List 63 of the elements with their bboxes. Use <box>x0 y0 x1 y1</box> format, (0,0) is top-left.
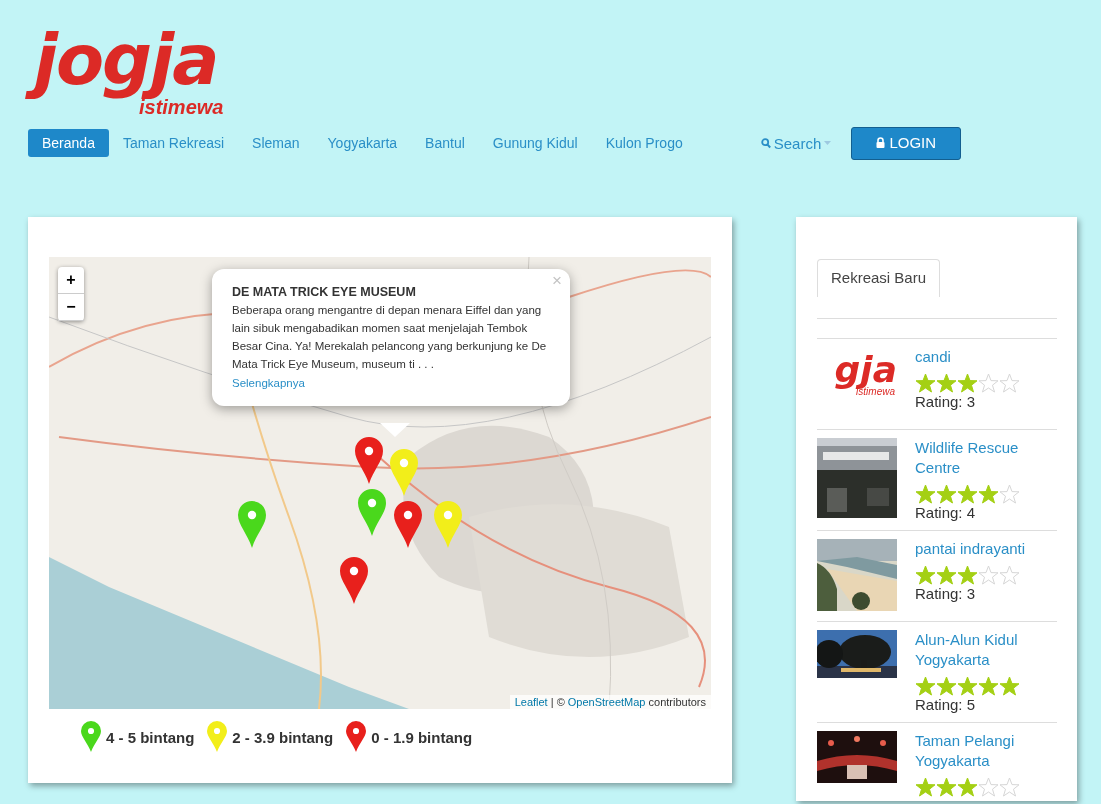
read-more-link[interactable]: Selengkapnya <box>232 377 305 389</box>
star-icon <box>915 484 936 504</box>
star-icon <box>936 373 957 393</box>
rating-text: Rating: 3 <box>915 585 977 602</box>
map-marker[interactable] <box>433 501 463 549</box>
star-icon <box>915 565 936 585</box>
star-icon <box>978 676 999 696</box>
rating-text: Rating: 5 <box>915 696 977 713</box>
star-icon <box>957 565 978 585</box>
place-link[interactable]: Taman Pelangi Yogyakarta <box>915 731 1057 771</box>
nav-link[interactable]: Taman Rekreasi <box>108 129 239 157</box>
star-icon <box>915 676 936 696</box>
place-link[interactable]: pantai indrayanti <box>915 539 1026 559</box>
map-marker[interactable] <box>393 501 423 549</box>
star-icon <box>999 676 1020 696</box>
star-icon <box>957 484 978 504</box>
search-link[interactable]: Search <box>760 134 832 152</box>
star-icon <box>936 565 957 585</box>
zoom-out-button[interactable]: − <box>58 294 84 321</box>
login-button[interactable]: LOGIN <box>851 126 962 160</box>
popup-title: DE MATA TRICK EYE MUSEUM <box>232 285 417 299</box>
map-marker[interactable] <box>339 557 369 605</box>
nav-link[interactable]: Yogyakarta <box>313 129 412 157</box>
rating-text: Rating: 3 <box>915 393 977 410</box>
map-marker[interactable] <box>389 449 419 497</box>
marker-icon <box>206 721 229 753</box>
nav-link[interactable]: Bantul <box>411 129 479 157</box>
nav-link[interactable]: Beranda <box>28 129 109 157</box>
place-link[interactable]: candi <box>915 347 1020 367</box>
place-link[interactable]: Alun-Alun Kidul Yogyakarta <box>915 630 1057 670</box>
star-icon <box>915 373 936 393</box>
nav-link[interactable]: Sleman <box>238 129 314 157</box>
lock-icon <box>876 136 886 148</box>
leaflet-link[interactable]: Leaflet <box>514 696 548 708</box>
legend-label: 0 - 1.9 bintang <box>371 728 473 746</box>
star-icon <box>978 484 999 504</box>
star-icon <box>957 676 978 696</box>
nav-link[interactable]: Kulon Progo <box>591 129 697 157</box>
legend-label: 4 - 5 bintang <box>106 728 195 746</box>
map-marker[interactable] <box>354 437 384 485</box>
star-icon <box>957 373 978 393</box>
nav-link[interactable]: Gunung Kidul <box>478 129 592 157</box>
popup-tip <box>380 423 410 437</box>
caret-icon <box>824 141 832 145</box>
rating-text: Rating: 4 <box>915 504 977 521</box>
map-marker[interactable] <box>357 489 387 537</box>
zoom-in-button[interactable]: + <box>58 267 84 294</box>
marker-icon <box>80 721 102 753</box>
search-icon <box>760 137 771 149</box>
place-link[interactable]: Wildlife Rescue Centre <box>915 438 1057 478</box>
openstreetmap-link[interactable]: OpenStreetMap <box>567 696 646 708</box>
star-icon <box>936 484 957 504</box>
star-icon <box>936 777 957 797</box>
popup-text: Beberapa orang mengantre di depan menara Eiffel dan yang lain sibuk mengabadikan momen saat menjelajah Tembok Besar Cina. Ya! Merekalah pelancong yang berkunjung ke De Mata Trick Eye Museum, museum ti . . . <box>232 303 548 372</box>
tab[interactable]: Rekreasi Baru <box>817 259 941 297</box>
map-marker[interactable] <box>237 501 267 549</box>
star-icon <box>915 777 936 797</box>
star-icon <box>936 676 957 696</box>
marker-icon <box>345 721 368 753</box>
legend-label: 2 - 3.9 bintang <box>232 728 334 746</box>
map-attribution: Leaflet | © OpenStreetMap contributors <box>509 695 711 709</box>
logo-thumbnail: gja istimewa <box>833 348 897 399</box>
star-icon <box>957 777 978 797</box>
